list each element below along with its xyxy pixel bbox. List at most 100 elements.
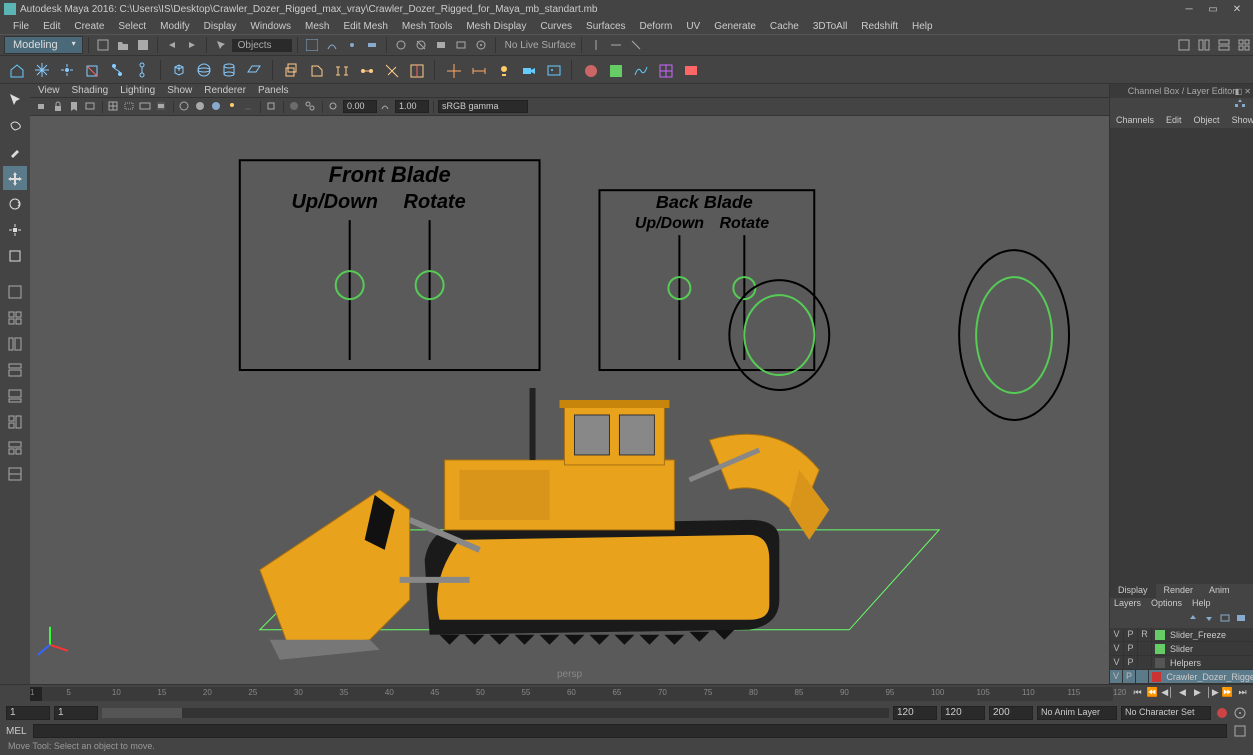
distance-icon[interactable] [467, 59, 489, 81]
menu-mesh[interactable]: Mesh [298, 21, 336, 32]
channels-tab[interactable]: Channels [1110, 114, 1160, 126]
rotate-tool[interactable] [3, 192, 27, 216]
new-layer-icon[interactable] [1219, 612, 1233, 626]
time-slider[interactable]: 1510152025303540455055606570758085909510… [0, 684, 1253, 704]
mel-label[interactable]: MEL [6, 726, 27, 737]
graph-editor-icon[interactable] [629, 59, 651, 81]
command-input[interactable] [33, 724, 1227, 738]
save-scene-icon[interactable] [134, 36, 152, 54]
play-forward-icon[interactable]: ▶ [1191, 687, 1204, 700]
menu-mesh-display[interactable]: Mesh Display [459, 21, 533, 32]
menu-modify[interactable]: Modify [153, 21, 196, 32]
menu-display[interactable]: Display [197, 21, 244, 32]
layer-row[interactable]: V P Slider [1110, 642, 1253, 656]
snap-point-icon[interactable] [343, 36, 361, 54]
edit-tab[interactable]: Edit [1160, 114, 1188, 126]
layer-row[interactable]: V P Crawler_Dozer_Rigged [1110, 670, 1253, 684]
center-pivot-icon[interactable] [56, 59, 78, 81]
display-tab[interactable]: Display [1110, 584, 1156, 598]
open-scene-icon[interactable] [114, 36, 132, 54]
minimize-button[interactable]: ─ [1177, 1, 1201, 17]
layer-row[interactable]: V P R Slider_Freeze [1110, 628, 1253, 642]
close-panel-icon[interactable]: ✕ [1244, 85, 1251, 99]
step-forward-key-icon[interactable]: ⏩ [1221, 687, 1234, 700]
menu-create[interactable]: Create [67, 21, 111, 32]
anim-layer-select[interactable]: No Anim Layer [1037, 706, 1117, 720]
use-lights-icon[interactable] [226, 100, 240, 114]
menu-cache[interactable]: Cache [763, 21, 806, 32]
color-management-select[interactable]: sRGB gamma [438, 100, 528, 113]
menu-3dtoall[interactable]: 3DToAll [806, 21, 854, 32]
go-to-end-icon[interactable]: ⏭ [1236, 687, 1249, 700]
xray-icon[interactable] [288, 100, 302, 114]
menu-windows[interactable]: Windows [243, 21, 298, 32]
range-slider[interactable] [102, 708, 889, 718]
layer-playback-toggle[interactable]: P [1124, 628, 1138, 641]
smooth-shade-icon[interactable] [194, 100, 208, 114]
render-settings-icon[interactable] [472, 36, 490, 54]
new-scene-icon[interactable] [94, 36, 112, 54]
menu-file[interactable]: File [6, 21, 36, 32]
lock-camera-icon[interactable] [52, 100, 66, 114]
layer-color-swatch[interactable] [1152, 672, 1161, 682]
show-tab[interactable]: Show [1226, 114, 1253, 126]
home-icon[interactable] [6, 59, 28, 81]
select-tool[interactable] [3, 88, 27, 112]
extrude-icon[interactable] [280, 59, 302, 81]
scale-tool[interactable] [3, 218, 27, 242]
layer-playback-toggle[interactable]: P [1123, 670, 1136, 683]
snap-plane-icon[interactable] [363, 36, 381, 54]
freeze-icon[interactable] [31, 59, 53, 81]
wireframe-icon[interactable] [178, 100, 192, 114]
panel-menu-lighting[interactable]: Lighting [120, 85, 155, 96]
menu-set-selector[interactable]: Modeling [4, 36, 83, 54]
menu-edit[interactable]: Edit [36, 21, 67, 32]
plane-icon[interactable] [243, 59, 265, 81]
go-to-start-icon[interactable]: ⏮ [1131, 687, 1144, 700]
menu-select[interactable]: Select [111, 21, 153, 32]
anim-start-field[interactable]: 1 [6, 706, 50, 720]
hypershade-icon[interactable] [579, 59, 601, 81]
autokey-icon[interactable] [1215, 706, 1229, 720]
layer-vis-toggle[interactable]: V [1110, 656, 1124, 669]
cube-icon[interactable] [168, 59, 190, 81]
current-time-field[interactable]: 120 [893, 706, 937, 720]
single-view-icon[interactable] [3, 280, 27, 304]
shadows-icon[interactable] [242, 100, 256, 114]
anim-tab[interactable]: Anim [1201, 584, 1238, 598]
layer-type-toggle[interactable] [1136, 670, 1149, 683]
layout-icon-4[interactable] [1235, 36, 1253, 54]
menu-redshift[interactable]: Redshift [854, 21, 905, 32]
layer-row[interactable]: V P Helpers [1110, 656, 1253, 670]
camera-icon[interactable] [517, 59, 539, 81]
bookmark-icon[interactable] [68, 100, 82, 114]
render-tab[interactable]: Render [1156, 584, 1202, 598]
layout-preset-5[interactable] [3, 436, 27, 460]
manip-toggle-icon[interactable] [1233, 98, 1247, 110]
dock-icon[interactable]: ◧ [1235, 85, 1243, 99]
panel-menu-show[interactable]: Show [167, 85, 192, 96]
layers-menu-help[interactable]: Help [1192, 598, 1211, 612]
locator-icon[interactable] [442, 59, 464, 81]
sphere-icon[interactable] [193, 59, 215, 81]
panel-menu-view[interactable]: View [38, 85, 60, 96]
outliner-icon[interactable] [604, 59, 626, 81]
move-tool[interactable] [3, 166, 27, 190]
viewport-persp[interactable]: Front Blade Up/Down Rotate Back Blade Up… [30, 116, 1109, 684]
playback-end-field[interactable]: 120 [941, 706, 985, 720]
panel-menu-panels[interactable]: Panels [258, 85, 289, 96]
step-back-icon[interactable]: ◀│ [1161, 687, 1174, 700]
step-forward-icon[interactable]: │▶ [1206, 687, 1219, 700]
layer-vis-toggle[interactable]: V [1110, 628, 1124, 641]
layer-move-up-icon[interactable] [1187, 612, 1201, 626]
prefs-icon[interactable] [1233, 706, 1247, 720]
sym-y-icon[interactable] [607, 36, 625, 54]
light-icon[interactable] [492, 59, 514, 81]
cylinder-icon[interactable] [218, 59, 240, 81]
layer-color-swatch[interactable] [1155, 644, 1165, 654]
sym-z-icon[interactable] [627, 36, 645, 54]
gate-mask-icon[interactable] [155, 100, 169, 114]
character-set-select[interactable]: No Character Set [1121, 706, 1211, 720]
layers-menu-options[interactable]: Options [1151, 598, 1182, 612]
select-mode-icon[interactable] [212, 36, 230, 54]
